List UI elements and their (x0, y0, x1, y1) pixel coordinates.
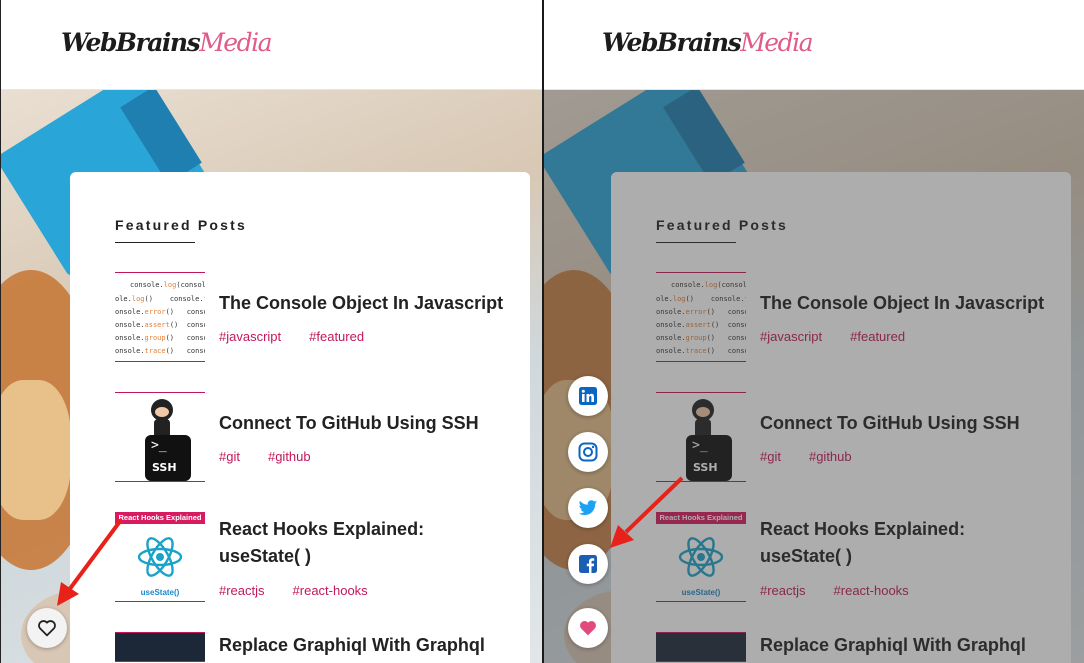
annotation-arrow (57, 518, 123, 606)
panel-after: WebBrainsMedia Featured Posts console.lo… (544, 0, 1084, 663)
panel-before: WebBrainsMedia Featured Posts console.lo… (0, 0, 542, 663)
annotation-arrow (610, 476, 684, 548)
